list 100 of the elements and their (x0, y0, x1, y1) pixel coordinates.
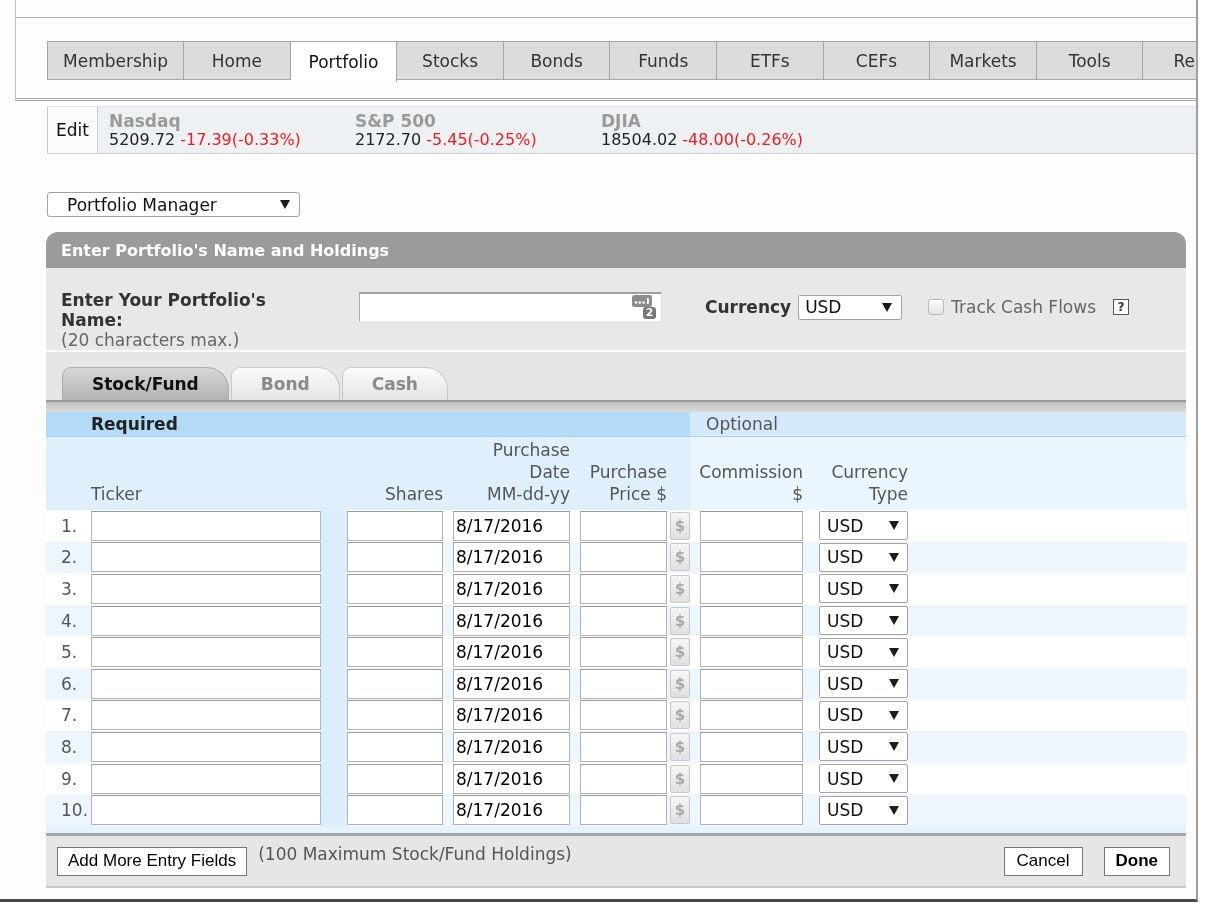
currency-select[interactable]: USD (819, 637, 908, 667)
price-input[interactable] (580, 542, 667, 573)
nav-tab[interactable]: Markets (930, 41, 1037, 80)
shares-input[interactable] (347, 637, 443, 668)
commission-input[interactable] (700, 637, 803, 668)
caret-icon (889, 552, 899, 562)
column-header: Ticker (91, 483, 143, 505)
commission-input[interactable] (700, 574, 803, 604)
currency-select[interactable]: USD (819, 511, 908, 541)
ticker-input[interactable] (91, 574, 321, 604)
shares-input[interactable] (347, 605, 443, 636)
nav-tab[interactable]: Bonds (503, 41, 611, 80)
add-fields-button[interactable]: Add More Entry Fields (57, 846, 248, 876)
commission-input[interactable] (700, 795, 803, 826)
nav-tab[interactable]: Tools (1036, 41, 1144, 80)
ticker-input[interactable] (91, 700, 321, 731)
caret-icon (889, 805, 899, 815)
ticker-input[interactable] (91, 510, 321, 541)
date-input[interactable]: 8/17/2016 (453, 637, 570, 668)
commission-input[interactable] (700, 763, 803, 794)
ticker-input[interactable] (91, 668, 321, 699)
date-input[interactable]: 8/17/2016 (453, 605, 570, 636)
caret-icon (889, 679, 899, 689)
commission-input[interactable] (700, 700, 803, 731)
currency-select[interactable]: USD (819, 574, 908, 604)
commission-input[interactable] (700, 731, 803, 762)
nav-tab[interactable]: ETFs (717, 41, 824, 80)
date-input[interactable]: 8/17/2016 (453, 700, 570, 731)
currency-select[interactable]: USD (819, 669, 908, 699)
shares-input[interactable] (347, 731, 443, 762)
caret-icon (280, 200, 290, 209)
currency-select[interactable]: USD (819, 795, 908, 825)
section-header: Required (46, 412, 690, 436)
price-input[interactable] (580, 795, 667, 826)
page-select[interactable]: Portfolio Manager (47, 192, 300, 217)
name-input[interactable] (359, 292, 662, 322)
done-button[interactable]: Done (1103, 846, 1170, 876)
currency-select[interactable]: USD (819, 732, 908, 762)
index-name: DJIA (601, 112, 641, 130)
commission-input[interactable] (700, 542, 803, 573)
nav-tab[interactable]: CEFs (823, 41, 931, 80)
row-number: 2. (60, 547, 79, 568)
currency-select[interactable]: USD (798, 294, 903, 320)
dots-tile-icon (632, 295, 652, 307)
ticker-input[interactable] (91, 637, 321, 668)
column-header: Purchase Price $ (588, 461, 667, 505)
holding-tab[interactable]: Stock/Fund (62, 367, 229, 400)
index-name: S&P 500 (355, 112, 436, 130)
nav-tab[interactable]: Re (1143, 41, 1196, 80)
index-value: 18504.02 (601, 130, 678, 149)
date-input[interactable]: 8/17/2016 (453, 668, 570, 699)
caret-icon (889, 584, 899, 594)
price-input[interactable] (580, 510, 667, 541)
nav-tab[interactable]: Portfolio (290, 41, 398, 82)
date-input[interactable]: 8/17/2016 (453, 763, 570, 794)
ticker-input[interactable] (91, 731, 321, 762)
date-input[interactable]: 8/17/2016 (453, 795, 570, 826)
nav-tab[interactable]: Membership (47, 41, 185, 80)
currency-select[interactable]: USD (819, 764, 908, 794)
date-input[interactable]: 8/17/2016 (453, 731, 570, 762)
date-input[interactable]: 8/17/2016 (453, 510, 570, 541)
shares-input[interactable] (347, 795, 443, 826)
commission-input[interactable] (700, 510, 803, 541)
price-input[interactable] (580, 574, 667, 604)
price-input[interactable] (580, 605, 667, 636)
date-input[interactable]: 8/17/2016 (453, 574, 570, 604)
field-label: Enter Your Portfolio's Name: (61, 290, 267, 330)
checkbox[interactable] (928, 299, 945, 315)
ticker-input[interactable] (91, 763, 321, 794)
price-input[interactable] (580, 637, 667, 668)
shares-input[interactable] (347, 763, 443, 794)
price-input[interactable] (580, 731, 667, 762)
price-input[interactable] (580, 763, 667, 794)
commission-input[interactable] (700, 668, 803, 699)
shares-input[interactable] (347, 574, 443, 604)
currency-select[interactable]: USD (819, 606, 908, 636)
currency-select[interactable]: USD (819, 700, 908, 730)
ticker-input[interactable] (91, 542, 321, 573)
edit-button[interactable]: Edit (47, 107, 98, 153)
shares-input[interactable] (347, 668, 443, 699)
row-number: 5. (60, 642, 79, 663)
index-change: -48.00(-0.26%) (682, 130, 803, 149)
date-input[interactable]: 8/17/2016 (453, 542, 570, 573)
column-header: Shares (384, 483, 443, 505)
nav-tab[interactable]: Stocks (397, 41, 504, 80)
nav-tab[interactable]: Home (184, 41, 291, 80)
shares-input[interactable] (347, 542, 443, 573)
shares-input[interactable] (347, 700, 443, 731)
ticker-input[interactable] (91, 605, 321, 636)
cancel-button[interactable]: Cancel (1003, 846, 1083, 876)
price-input[interactable] (580, 700, 667, 731)
caret-icon (889, 774, 899, 784)
footer-note: (100 Maximum Stock/Fund Holdings) (258, 843, 572, 864)
ticker-input[interactable] (91, 795, 321, 826)
commission-input[interactable] (700, 605, 803, 636)
nav-tab[interactable]: Funds (610, 41, 718, 80)
shares-input[interactable] (347, 510, 443, 541)
price-input[interactable] (580, 668, 667, 699)
currency-select[interactable]: USD (819, 542, 908, 572)
help-button[interactable]: ? (1113, 299, 1129, 315)
